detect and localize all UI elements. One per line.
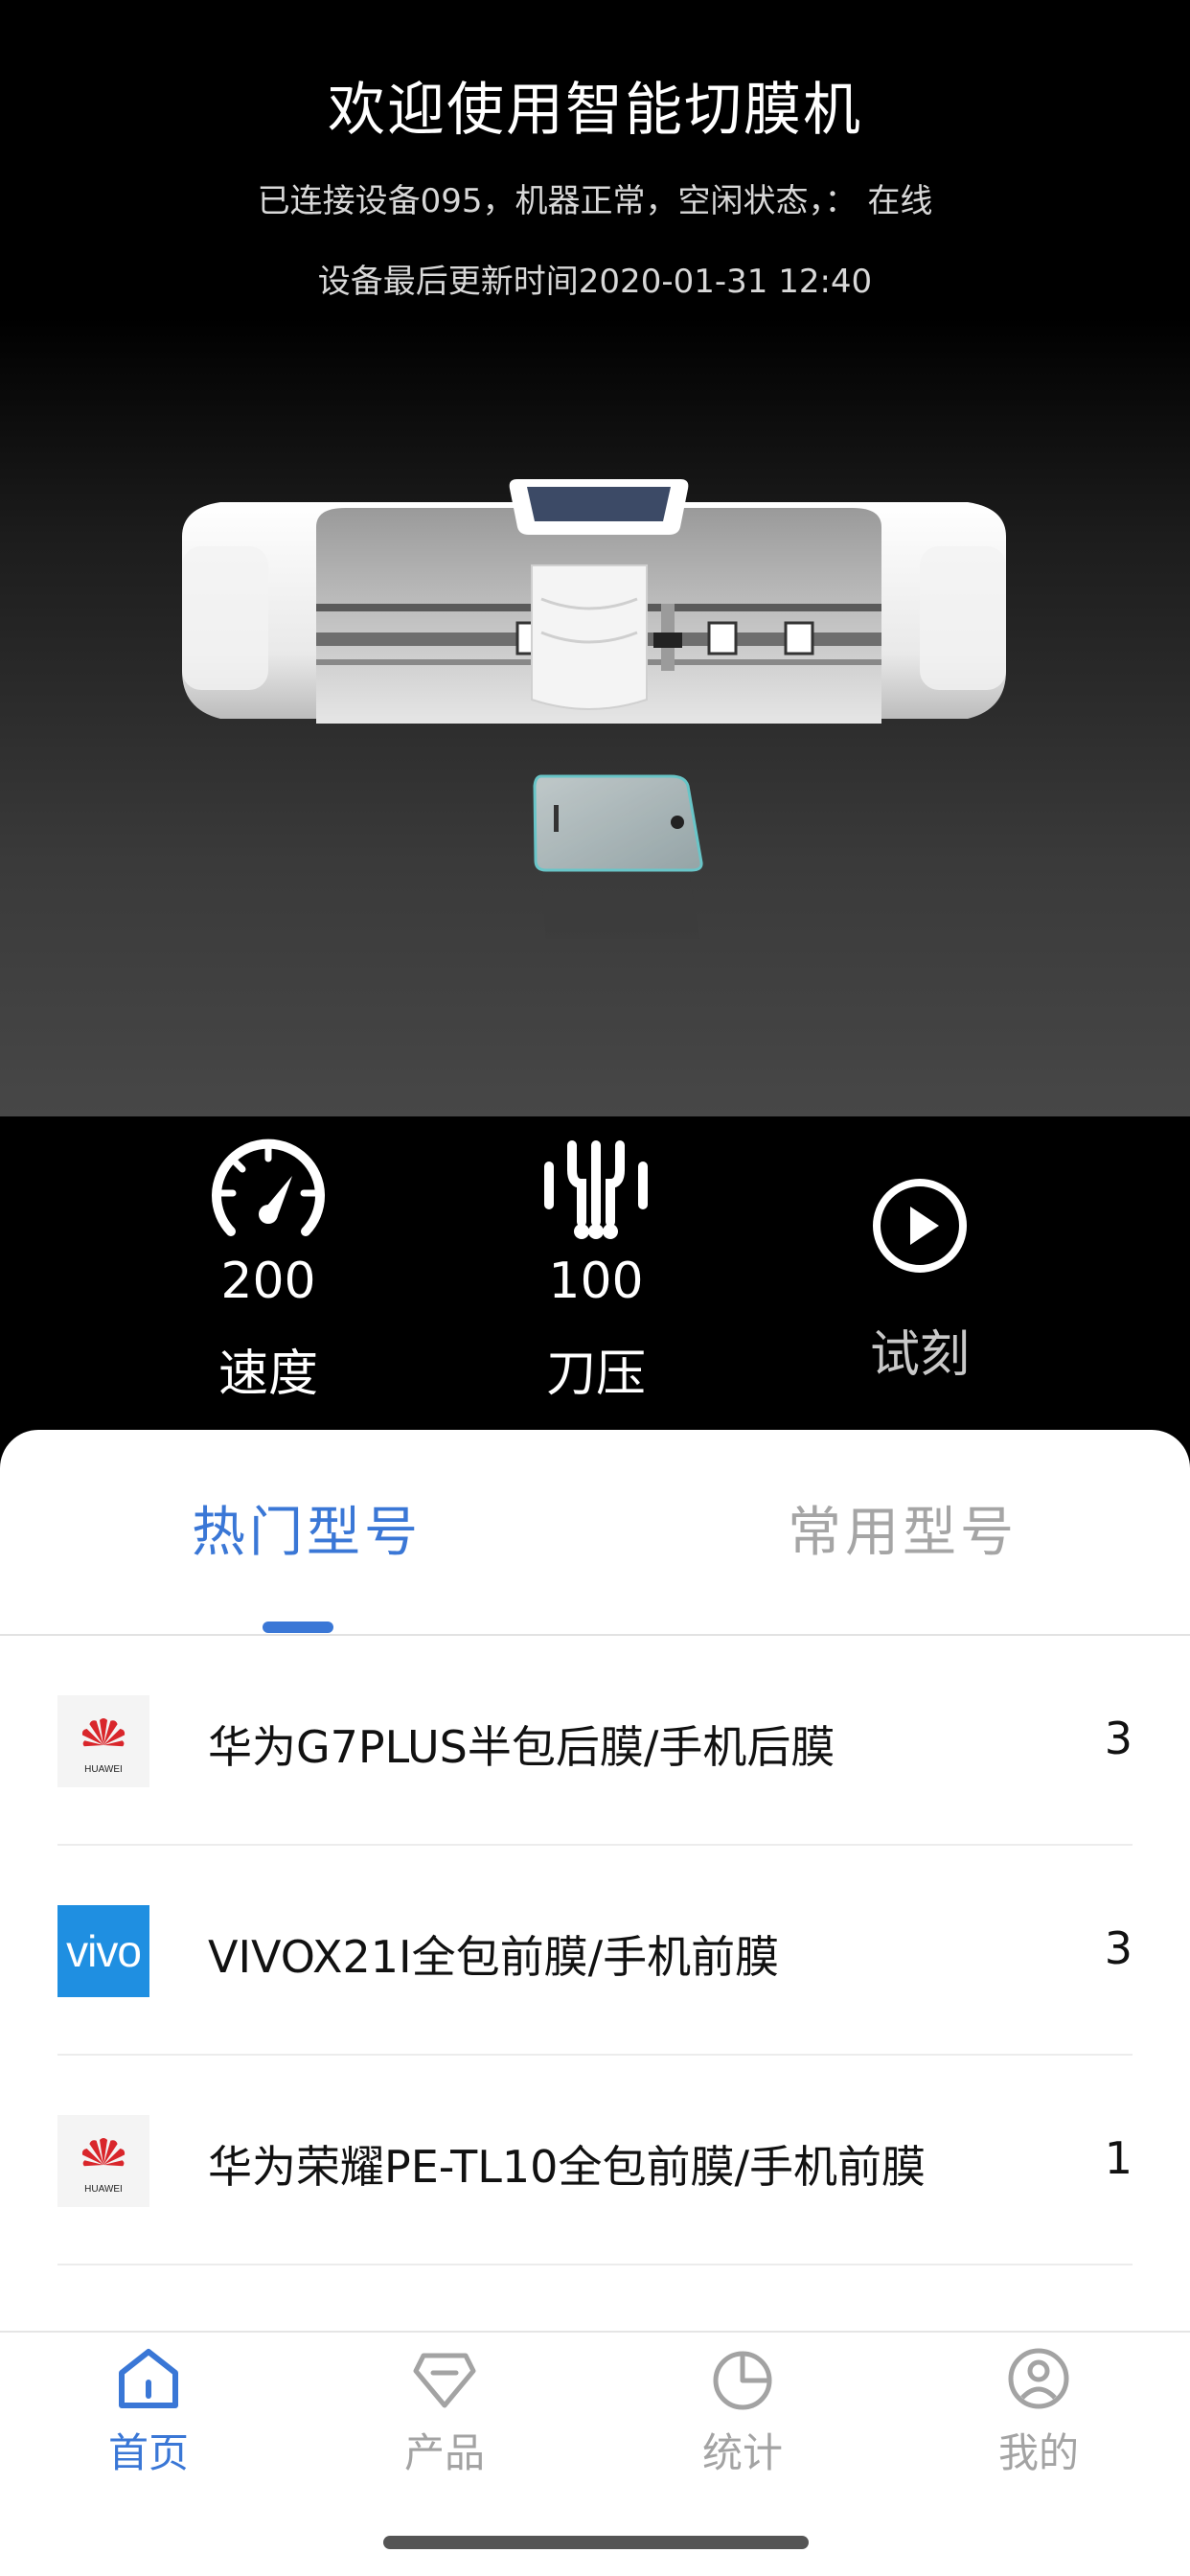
trial-engrave-button[interactable]: 试刻 (805, 1176, 1035, 1386)
model-count: 1 (1104, 2132, 1133, 2184)
speed-stat[interactable]: 200 速度 (153, 1138, 383, 1405)
speed-value: 200 (220, 1253, 316, 1310)
pressure-label: 刀压 (545, 1346, 646, 1403)
list-item[interactable]: vivo VIVOX21I全包前膜/手机前膜 3 (57, 1846, 1133, 2056)
nav-label-stats: 统计 (701, 2429, 783, 2476)
speedometer-icon (212, 1138, 325, 1236)
cutting-machine-illustration (182, 479, 1006, 939)
nav-item-product[interactable]: 产品 (349, 2333, 540, 2479)
nav-item-stats[interactable]: 统计 (647, 2333, 838, 2479)
home-indicator[interactable] (383, 2536, 809, 2549)
vivo-logo: vivo (57, 1905, 149, 1997)
page-title: 欢迎使用智能切膜机 (328, 77, 862, 144)
device-update-time: 设备最后更新时间2020-01-31 12:40 (317, 263, 873, 301)
pie-chart-icon (713, 2351, 772, 2410)
trial-label: 试刻 (869, 1326, 970, 1384)
pressure-value: 100 (548, 1253, 644, 1310)
huawei-logo: HUAWEI (57, 2115, 149, 2207)
active-tab-indicator (263, 1622, 333, 1633)
list-item-partial[interactable] (57, 2266, 1133, 2333)
nav-item-mine[interactable]: 我的 (943, 2333, 1134, 2479)
model-name: VIVOX21I全包前膜/手机前膜 (208, 1931, 780, 1983)
user-icon (1008, 2348, 1069, 2409)
blade-pressure-icon (544, 1140, 648, 1239)
huawei-logo-icon: HUAWEI (81, 1718, 126, 1775)
nav-label-home: 首页 (107, 2429, 189, 2476)
model-count: 3 (1104, 1713, 1133, 1764)
speed-label: 速度 (217, 1346, 318, 1403)
huawei-logo-icon: HUAWEI (81, 2138, 126, 2195)
diamond-icon (413, 2353, 476, 2408)
stats-band: 200 速度 100 刀压 试刻 (0, 1116, 1190, 1442)
model-name: 华为G7PLUS半包后膜/手机后膜 (208, 1721, 835, 1773)
hero-section: 欢迎使用智能切膜机 已连接设备095，机器正常，空闲状态，： 在线 设备最后更新… (0, 0, 1190, 1116)
model-name: 华为荣耀PE-TL10全包前膜/手机前膜 (208, 2141, 926, 2193)
tab-common-models[interactable]: 常用型号 (788, 1489, 1018, 1567)
model-list: HUAWEI 华为G7PLUS半包后膜/手机后膜 3 vivo VIVOX21I… (57, 1636, 1133, 2333)
list-item[interactable]: HUAWEI 华为荣耀PE-TL10全包前膜/手机前膜 1 (57, 2056, 1133, 2266)
huawei-logo: HUAWEI (57, 1695, 149, 1787)
home-icon (119, 2349, 178, 2408)
nav-label-product: 产品 (403, 2429, 485, 2476)
svg-text:HUAWEI: HUAWEI (84, 2184, 123, 2195)
nav-item-home[interactable]: 首页 (53, 2333, 244, 2479)
list-item[interactable]: HUAWEI 华为G7PLUS半包后膜/手机后膜 3 (57, 1636, 1133, 1846)
model-count: 3 (1104, 1922, 1133, 1974)
svg-text:HUAWEI: HUAWEI (84, 1764, 123, 1775)
pressure-stat[interactable]: 100 刀压 (481, 1138, 711, 1405)
nav-label-mine: 我的 (997, 2429, 1079, 2476)
play-icon (873, 1179, 967, 1273)
tab-hot-models[interactable]: 热门型号 (192, 1489, 422, 1567)
device-status-text: 已连接设备095，机器正常，空闲状态，： 在线 (257, 182, 933, 220)
model-tabs: 热门型号 常用型号 (0, 1430, 1190, 1636)
